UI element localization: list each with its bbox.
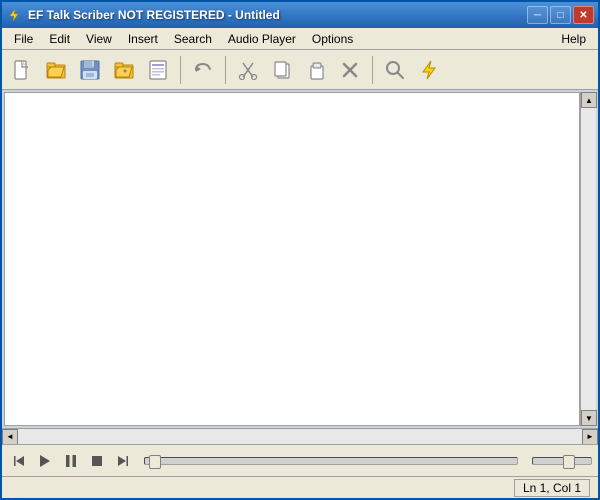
play-button[interactable] (34, 450, 56, 472)
menu-help[interactable]: Help (553, 30, 594, 48)
delete-button[interactable] (334, 54, 366, 86)
open-folder-icon (45, 59, 67, 81)
paste-button[interactable] (300, 54, 332, 86)
new-button[interactable] (6, 54, 38, 86)
vertical-scrollbar: ▲ ▼ (580, 92, 596, 426)
pause-button[interactable] (60, 450, 82, 472)
menu-view[interactable]: View (78, 30, 120, 48)
toolbar-sep-2 (225, 56, 226, 84)
scroll-up-arrow[interactable]: ▲ (581, 92, 597, 108)
pause-icon (63, 453, 79, 469)
new-file-icon (11, 59, 33, 81)
menu-edit[interactable]: Edit (41, 30, 78, 48)
find-button[interactable] (379, 54, 411, 86)
audio-controls (2, 444, 598, 476)
title-buttons: ─ □ ✕ (527, 6, 594, 24)
minimize-button[interactable]: ─ (527, 6, 548, 24)
open-button[interactable] (40, 54, 72, 86)
open-bookmark-icon (113, 59, 135, 81)
copy-button[interactable] (266, 54, 298, 86)
skip-start-icon (11, 453, 27, 469)
menu-search[interactable]: Search (166, 30, 220, 48)
volume-thumb[interactable] (563, 455, 575, 469)
find-icon (384, 59, 406, 81)
stop-button[interactable] (86, 450, 108, 472)
scroll-right-arrow[interactable]: ► (582, 429, 598, 445)
skip-start-button[interactable] (8, 450, 30, 472)
toolbar (2, 50, 598, 90)
skip-end-button[interactable] (112, 450, 134, 472)
title-bar: EF Talk Scriber NOT REGISTERED - Untitle… (2, 2, 598, 28)
open-bookmark-button[interactable] (108, 54, 140, 86)
horizontal-scrollbar: ◄ ► (2, 428, 598, 444)
main-window: EF Talk Scriber NOT REGISTERED - Untitle… (0, 0, 600, 500)
save-button[interactable] (74, 54, 106, 86)
lightning-button[interactable] (413, 54, 445, 86)
editor-textarea[interactable] (5, 93, 579, 425)
scroll-down-arrow[interactable]: ▼ (581, 410, 597, 426)
template-button[interactable] (142, 54, 174, 86)
paste-icon (305, 59, 327, 81)
play-icon (37, 453, 53, 469)
title-bar-left: EF Talk Scriber NOT REGISTERED - Untitle… (6, 7, 280, 23)
undo-button[interactable] (187, 54, 219, 86)
maximize-button[interactable]: □ (550, 6, 571, 24)
template-icon (147, 59, 169, 81)
copy-icon (271, 59, 293, 81)
lightning-icon (418, 59, 440, 81)
save-icon (79, 59, 101, 81)
cursor-position: Ln 1, Col 1 (514, 479, 590, 497)
window-title: EF Talk Scriber NOT REGISTERED - Untitle… (28, 8, 280, 22)
scroll-track-v[interactable] (581, 108, 596, 410)
volume-slider[interactable] (532, 457, 592, 465)
skip-end-icon (115, 453, 131, 469)
scroll-track-h[interactable] (18, 429, 582, 445)
menu-file[interactable]: File (6, 30, 41, 48)
menu-audio-player[interactable]: Audio Player (220, 30, 304, 48)
editor-inner (4, 92, 580, 426)
menu-insert[interactable]: Insert (120, 30, 166, 48)
cut-icon (237, 59, 259, 81)
app-icon (6, 7, 22, 23)
scroll-left-arrow[interactable]: ◄ (2, 429, 18, 445)
cut-button[interactable] (232, 54, 264, 86)
menu-bar: File Edit View Insert Search Audio Playe… (2, 28, 598, 50)
audio-progress-slider[interactable] (144, 457, 518, 465)
close-button[interactable]: ✕ (573, 6, 594, 24)
menu-options[interactable]: Options (304, 30, 361, 48)
toolbar-sep-1 (180, 56, 181, 84)
stop-icon (89, 453, 105, 469)
undo-icon (192, 59, 214, 81)
toolbar-sep-3 (372, 56, 373, 84)
audio-progress-thumb[interactable] (149, 455, 161, 469)
editor-area: ▲ ▼ (2, 90, 598, 428)
delete-icon (339, 59, 361, 81)
status-bar: Ln 1, Col 1 (2, 476, 598, 498)
